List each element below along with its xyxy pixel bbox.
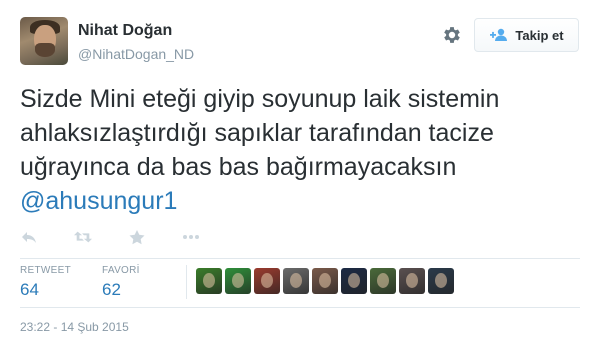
favoriters-avatars xyxy=(196,268,454,294)
more-button[interactable] xyxy=(182,226,236,248)
gear-icon[interactable] xyxy=(441,24,463,46)
retweet-icon xyxy=(74,231,92,243)
retweet-stat-label: RETWEET xyxy=(20,265,71,276)
follow-button[interactable]: Takip et xyxy=(474,18,579,52)
tweet-mention-link[interactable]: @ahusungur1 xyxy=(20,187,177,215)
user-avatar[interactable] xyxy=(20,17,68,65)
favoriter-avatar[interactable] xyxy=(225,268,251,294)
user-username[interactable]: @NihatDogan_ND xyxy=(78,46,194,62)
tweet-body: Sizde Mini eteği giyip soyunup laik sist… xyxy=(20,85,500,181)
user-fullname[interactable]: Nihat Doğan xyxy=(78,22,172,40)
favoriter-avatar-face xyxy=(232,273,244,288)
favoriter-avatar[interactable] xyxy=(254,268,280,294)
favorite-button[interactable] xyxy=(128,226,182,248)
add-user-icon xyxy=(490,28,508,41)
favoriter-avatar[interactable] xyxy=(283,268,309,294)
avatar-beard xyxy=(35,43,55,57)
favoriter-avatar[interactable] xyxy=(370,268,396,294)
favoriter-avatar[interactable] xyxy=(399,268,425,294)
retweet-button[interactable] xyxy=(74,226,128,248)
retweet-stat[interactable]: RETWEET 64 xyxy=(20,265,71,300)
tweet-stats: RETWEET 64 FAVORİ 62 xyxy=(20,258,580,308)
stats-divider xyxy=(186,265,187,299)
retweet-count: 64 xyxy=(20,280,39,299)
more-icon xyxy=(183,235,199,239)
favoriter-avatar-face xyxy=(261,273,273,288)
favoriter-avatar[interactable] xyxy=(428,268,454,294)
reply-icon xyxy=(22,232,36,243)
favoriter-avatar-face xyxy=(377,273,389,288)
follow-button-label: Takip et xyxy=(515,27,564,43)
tweet-text: Sizde Mini eteği giyip soyunup laik sist… xyxy=(20,82,580,218)
favorite-stat[interactable]: FAVORİ 62 xyxy=(102,265,140,300)
favorite-count: 62 xyxy=(102,280,121,299)
reply-button[interactable] xyxy=(20,226,74,248)
favoriter-avatar[interactable] xyxy=(312,268,338,294)
favoriter-avatar-face xyxy=(406,273,418,288)
favoriter-avatar[interactable] xyxy=(341,268,367,294)
tweet-timestamp[interactable]: 23:22 - 14 Şub 2015 xyxy=(20,320,129,334)
favoriter-avatar-face xyxy=(319,273,331,288)
favoriter-avatar-face xyxy=(348,273,360,288)
favorite-icon xyxy=(129,230,145,245)
tweet-actions xyxy=(20,226,236,248)
favoriter-avatar-face xyxy=(435,273,447,288)
favoriter-avatar-face xyxy=(290,273,302,288)
favorite-stat-label: FAVORİ xyxy=(102,265,140,276)
favoriter-avatar-face xyxy=(203,273,215,288)
favoriter-avatar[interactable] xyxy=(196,268,222,294)
